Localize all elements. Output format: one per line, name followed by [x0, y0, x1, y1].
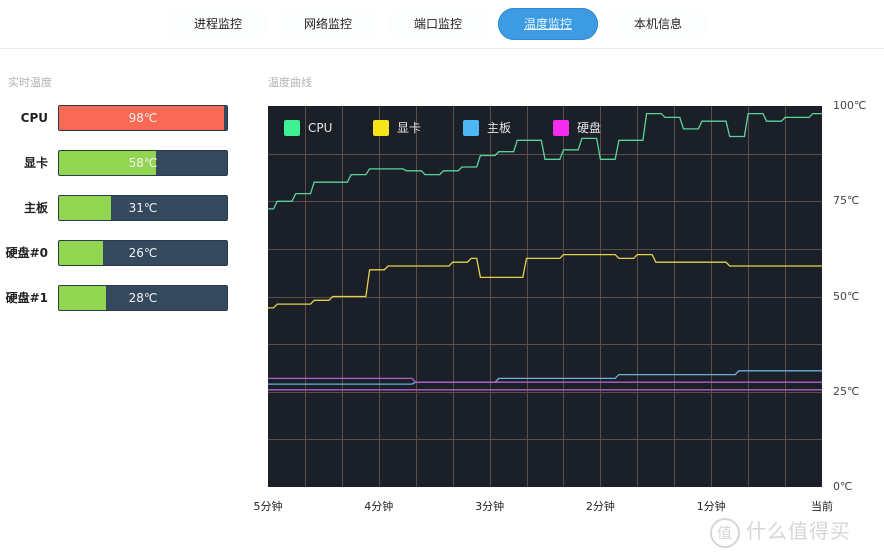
- x-tick-label: 4分钟: [364, 500, 394, 513]
- y-tick-label: 50℃: [833, 289, 860, 303]
- temp-row-cpu: CPU 98℃: [0, 105, 230, 131]
- temp-row-disk1: 硬盘#1 28℃: [0, 285, 230, 311]
- y-tick-label: 0℃: [833, 480, 853, 493]
- temp-bar: 26℃: [58, 240, 228, 266]
- temp-row-mainboard: 主板 31℃: [0, 195, 230, 221]
- temp-value: 28℃: [128, 291, 158, 305]
- legend-swatch-gpu: [373, 120, 389, 136]
- legend-label: CPU: [308, 121, 333, 135]
- temp-bar: 28℃: [58, 285, 228, 311]
- x-tick-label: 当前: [811, 500, 833, 513]
- temp-value: 98℃: [128, 111, 158, 125]
- y-tick-label: 75℃: [833, 194, 860, 208]
- x-tick-label: 2分钟: [585, 500, 615, 513]
- temp-value: 31℃: [128, 201, 158, 215]
- temp-bar: 31℃: [58, 195, 228, 221]
- legend-swatch-cpu: [284, 120, 300, 136]
- temp-bar: 58℃: [58, 150, 228, 176]
- temp-chart-svg: [268, 106, 822, 487]
- legend-swatch-mainboard: [463, 120, 479, 136]
- legend-label: 主板: [487, 121, 512, 135]
- tab-temperature-monitor[interactable]: 温度监控: [498, 8, 598, 40]
- temp-label: CPU: [20, 111, 48, 125]
- temp-bar: 98℃: [58, 105, 228, 131]
- realtime-temp-title: 实时温度: [8, 76, 52, 89]
- x-tick-label: 3分钟: [475, 500, 505, 513]
- watermark-text: 什么值得买: [746, 519, 851, 543]
- watermark: 值什么值得买: [710, 515, 851, 548]
- temp-label: 显卡: [23, 156, 48, 170]
- temp-label: 主板: [23, 201, 48, 215]
- temp-label: 硬盘#1: [5, 291, 48, 305]
- x-tick-label: 5分钟: [253, 500, 283, 513]
- temp-curve-title: 温度曲线: [268, 76, 312, 89]
- temp-row-disk0: 硬盘#0 26℃: [0, 240, 230, 266]
- tab-network-monitor[interactable]: 网络监控: [278, 8, 378, 40]
- y-tick-label: 100℃: [833, 99, 867, 112]
- top-tab-bar: 进程监控 网络监控 端口监控 温度监控 本机信息: [0, 0, 884, 49]
- temp-row-gpu: 显卡 58℃: [0, 150, 230, 176]
- temp-value: 58℃: [128, 156, 158, 170]
- legend-swatch-disk: [553, 120, 569, 136]
- tab-port-monitor[interactable]: 端口监控: [388, 8, 488, 40]
- temp-value: 26℃: [128, 246, 158, 260]
- temp-chart: CPU 显卡 主板 硬盘: [268, 106, 822, 487]
- legend-label: 显卡: [397, 121, 422, 135]
- y-tick-label: 25℃: [833, 384, 860, 398]
- tab-process-monitor[interactable]: 进程监控: [168, 8, 268, 40]
- x-tick-label: 1分钟: [696, 500, 726, 513]
- temp-label: 硬盘#0: [5, 246, 48, 260]
- tab-system-info[interactable]: 本机信息: [608, 8, 708, 40]
- watermark-logo-icon: 值: [710, 517, 740, 548]
- legend-label: 硬盘: [577, 121, 602, 135]
